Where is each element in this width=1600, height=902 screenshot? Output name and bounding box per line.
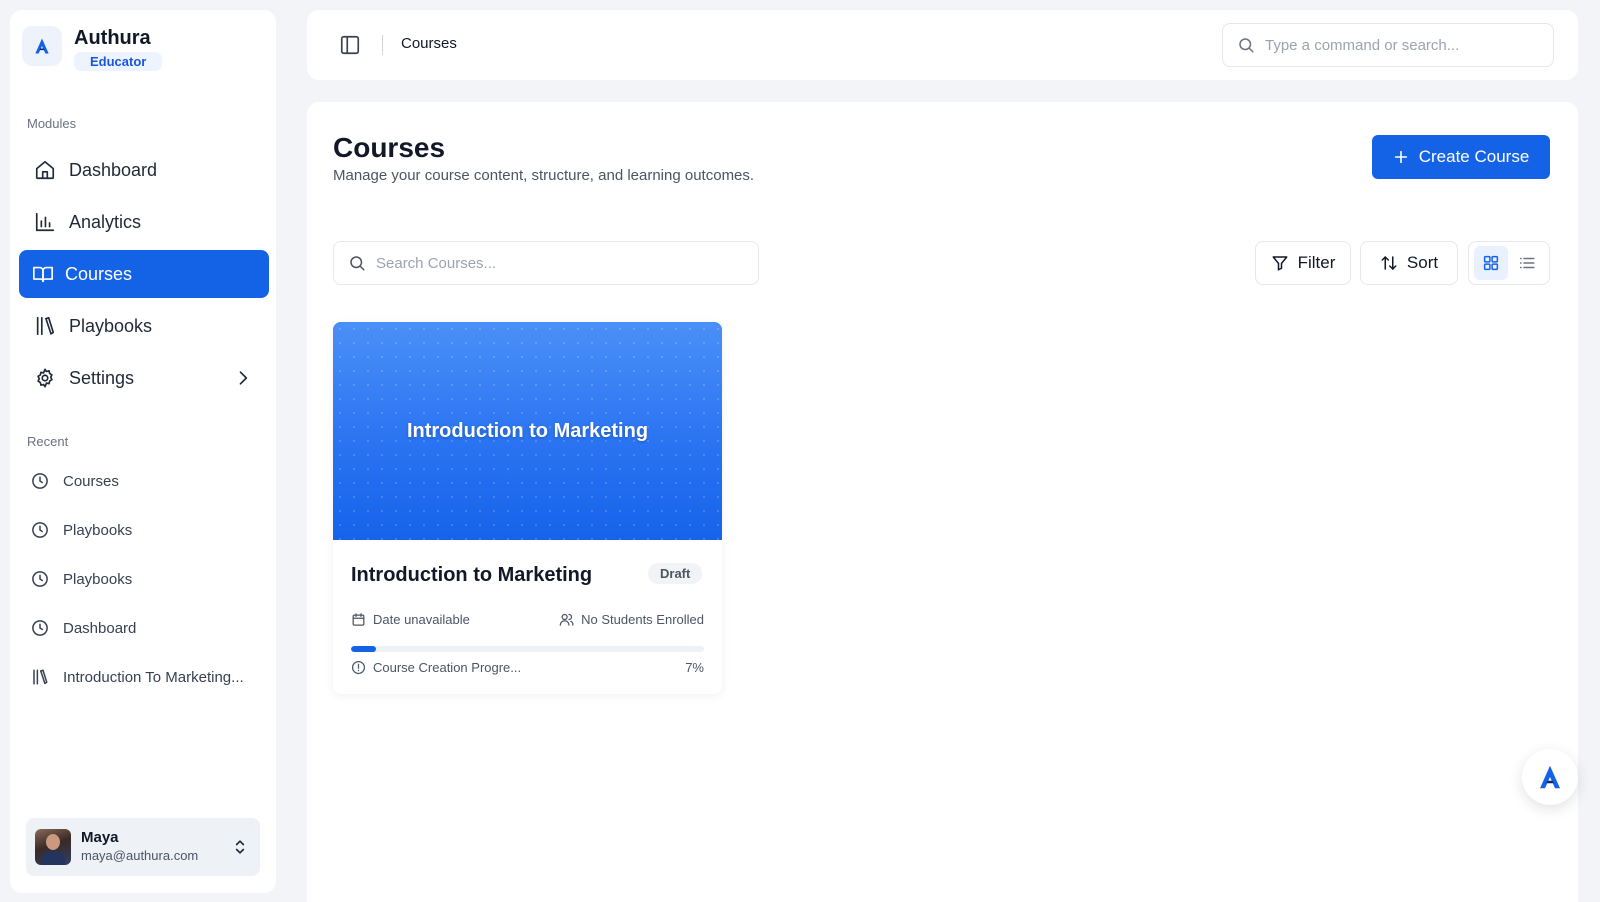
recent-item-label: Courses [63, 472, 119, 490]
user-menu[interactable]: Maya maya@authura.com [26, 818, 260, 876]
view-toggle [1468, 241, 1550, 285]
chevrons-up-down-icon[interactable] [230, 837, 250, 857]
sidebar-item-label: Playbooks [69, 315, 153, 336]
course-cover-title: Introduction to Marketing [406, 419, 649, 442]
sort-label: Sort [1406, 253, 1439, 272]
filter-icon [1271, 254, 1289, 272]
recent-label: Recent [27, 434, 69, 449]
assistant-button[interactable] [1522, 749, 1578, 805]
main-panel: Courses Manage your course content, stru… [307, 102, 1578, 902]
library-icon [33, 314, 57, 338]
top-bar: Courses [307, 10, 1578, 80]
sidebar-item-playbooks[interactable]: Playbooks [19, 302, 269, 350]
recent-item-playbooks[interactable]: Playbooks [30, 567, 132, 591]
sidebar-item-analytics[interactable]: Analytics [19, 198, 269, 246]
alert-circle-icon [351, 660, 366, 675]
breadcrumb-divider [382, 35, 383, 55]
book-open-icon [31, 262, 55, 286]
plus-icon [1393, 149, 1409, 165]
command-search-input[interactable] [1265, 36, 1535, 54]
course-students: No Students Enrolled [559, 612, 704, 627]
progress-bar [351, 646, 704, 652]
sidebar-item-label: Settings [69, 367, 135, 388]
sidebar-item-label: Dashboard [69, 159, 158, 180]
recent-item-playbooks[interactable]: Playbooks [30, 518, 132, 542]
create-course-label: Create Course [1418, 147, 1530, 166]
filter-label: Filter [1297, 253, 1336, 272]
filter-button[interactable]: Filter [1255, 241, 1351, 285]
clock-icon [30, 471, 50, 491]
course-students-text: No Students Enrolled [581, 612, 704, 627]
modules-label: Modules [27, 116, 77, 131]
user-email: maya@authura.com [81, 848, 199, 863]
authura-logo-icon [22, 26, 62, 66]
sidebar-item-label: Analytics [69, 211, 142, 232]
gear-icon [33, 366, 57, 390]
recent-item-dashboard[interactable]: Dashboard [30, 616, 136, 640]
recent-item-label: Introduction To Marketing... [63, 668, 244, 686]
recent-item-courses[interactable]: Courses [30, 469, 119, 493]
recent-item-label: Playbooks [63, 521, 133, 539]
calendar-icon [351, 612, 366, 627]
sort-arrows-icon [1380, 254, 1398, 272]
search-icon [348, 254, 366, 272]
page-title: Courses [333, 132, 446, 163]
sidebar-item-settings[interactable]: Settings [19, 354, 269, 402]
recent-item-introduction-to-marketing[interactable]: Introduction To Marketing... [30, 665, 244, 689]
page-subtitle: Manage your course content, structure, a… [333, 167, 755, 184]
avatar [35, 829, 71, 865]
grid-icon [1483, 255, 1499, 271]
list-view-button[interactable] [1510, 246, 1544, 280]
role-badge: Educator [74, 52, 163, 71]
breadcrumb[interactable]: Courses [401, 35, 457, 52]
list-icon [1519, 257, 1535, 269]
course-title: Introduction to Marketing [351, 564, 593, 586]
chevron-right-icon[interactable] [233, 368, 253, 388]
recent-item-label: Dashboard [63, 619, 137, 637]
progress-label-text: Course Creation Progre... [373, 660, 522, 675]
brand-name: Authura [74, 27, 151, 49]
sidebar-item-courses[interactable]: Courses [19, 250, 269, 298]
command-search[interactable] [1222, 23, 1554, 67]
clock-icon [30, 520, 50, 540]
library-icon [30, 667, 50, 687]
clock-icon [30, 618, 50, 638]
progress-fill [351, 646, 376, 652]
course-date: Date unavailable [351, 612, 470, 627]
create-course-button[interactable]: Create Course [1372, 135, 1550, 179]
sidebar-toggle-icon[interactable] [339, 34, 361, 56]
status-badge: Draft [648, 563, 703, 584]
course-date-text: Date unavailable [373, 612, 470, 627]
sidebar-item-dashboard[interactable]: Dashboard [19, 146, 269, 194]
user-name: Maya [81, 829, 119, 846]
course-search-input[interactable] [376, 254, 736, 272]
bar-chart-icon [33, 210, 57, 234]
grid-view-button[interactable] [1474, 246, 1508, 280]
users-icon [559, 612, 574, 627]
progress-label: Course Creation Progre... [351, 660, 521, 675]
clock-icon [30, 569, 50, 589]
progress-percent: 7% [685, 660, 704, 675]
home-icon [33, 158, 57, 182]
course-cover: Introduction to Marketing [333, 322, 722, 540]
course-search[interactable] [333, 241, 759, 285]
sidebar-item-label: Courses [65, 263, 133, 284]
recent-item-label: Playbooks [63, 570, 133, 588]
course-card[interactable]: Introduction to Marketing Introduction t… [333, 322, 722, 694]
sidebar: Authura Educator Modules Dashboard Analy… [10, 10, 276, 893]
authura-logo-icon [1540, 765, 1560, 789]
sort-button[interactable]: Sort [1360, 241, 1458, 285]
brand[interactable]: Authura Educator [22, 26, 163, 71]
search-icon [1237, 36, 1255, 54]
